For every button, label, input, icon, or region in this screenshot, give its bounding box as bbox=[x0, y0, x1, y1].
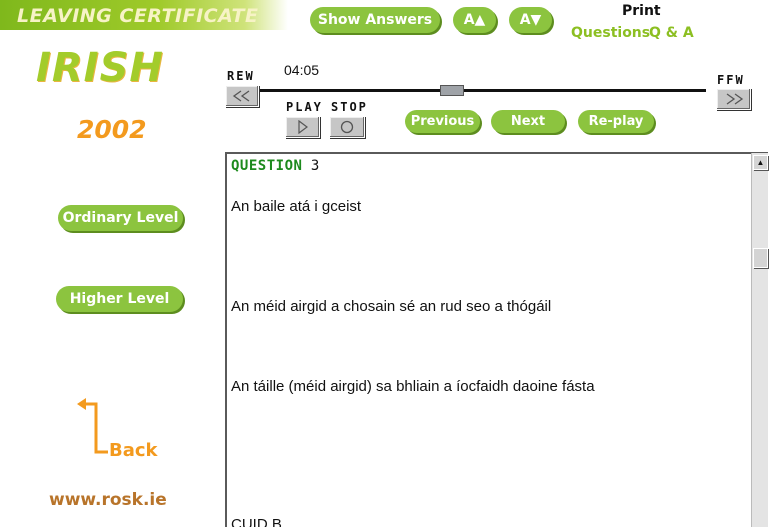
rewind-icon bbox=[232, 90, 250, 102]
fast-forward-button[interactable] bbox=[716, 88, 751, 110]
question-line: CUID B bbox=[231, 516, 282, 527]
question-line: An méid airgid a chosain sé an rud seo a… bbox=[231, 298, 552, 315]
elapsed-time: 04:05 bbox=[284, 62, 320, 78]
question-word: QUESTION bbox=[231, 158, 303, 174]
stop-button[interactable] bbox=[329, 116, 365, 138]
progress-thumb[interactable] bbox=[440, 85, 464, 96]
stop-icon bbox=[340, 120, 354, 134]
print-questions-link[interactable]: Questions bbox=[571, 25, 650, 41]
subject-title: IRISH bbox=[36, 45, 164, 91]
up-arrow-icon: ▲ bbox=[756, 158, 765, 167]
rew-label: REW bbox=[227, 69, 255, 83]
play-label: PLAY bbox=[286, 100, 323, 114]
back-arrow-icon[interactable] bbox=[74, 396, 114, 460]
print-qa-link[interactable]: Q & A bbox=[649, 25, 694, 41]
banner-title: LEAVING CERTIFICATE bbox=[17, 5, 259, 27]
question-line: An táille (méid airgid) sa bhliain a íoc… bbox=[231, 378, 595, 395]
play-button[interactable] bbox=[285, 116, 320, 138]
scroll-up-button[interactable]: ▲ bbox=[753, 155, 768, 170]
question-line: An baile atá i gceist bbox=[231, 198, 362, 215]
previous-button[interactable]: Previous bbox=[405, 110, 480, 133]
replay-button[interactable]: Re-play bbox=[578, 110, 654, 133]
higher-level-button[interactable]: Higher Level bbox=[56, 286, 183, 312]
question-number: 3 bbox=[310, 158, 320, 174]
print-label: Print bbox=[622, 3, 661, 19]
content-scrollbar[interactable]: ▲ bbox=[751, 153, 768, 527]
scroll-thumb[interactable] bbox=[753, 248, 768, 268]
next-button[interactable]: Next bbox=[491, 110, 565, 133]
website-link[interactable]: www.rosk.ie bbox=[49, 490, 167, 510]
font-increase-button[interactable]: A▲ bbox=[453, 7, 496, 33]
rewind-button[interactable] bbox=[225, 85, 259, 107]
question-panel: QUESTION 3 An baile atá i gceist An méid… bbox=[225, 152, 768, 527]
stop-label: STOP bbox=[331, 100, 368, 114]
question-heading: QUESTION 3 bbox=[231, 158, 319, 174]
header-banner: LEAVING CERTIFICATE bbox=[0, 0, 288, 30]
font-decrease-button[interactable]: A▼ bbox=[509, 7, 552, 33]
ffw-label: FFW bbox=[717, 73, 745, 87]
back-button[interactable]: Back bbox=[109, 440, 158, 461]
exam-year: 2002 bbox=[77, 115, 147, 144]
play-icon bbox=[297, 120, 308, 134]
fast-forward-icon bbox=[726, 93, 743, 105]
show-answers-button[interactable]: Show Answers bbox=[310, 7, 440, 33]
progress-track[interactable] bbox=[260, 89, 706, 92]
ordinary-level-button[interactable]: Ordinary Level bbox=[58, 205, 183, 231]
